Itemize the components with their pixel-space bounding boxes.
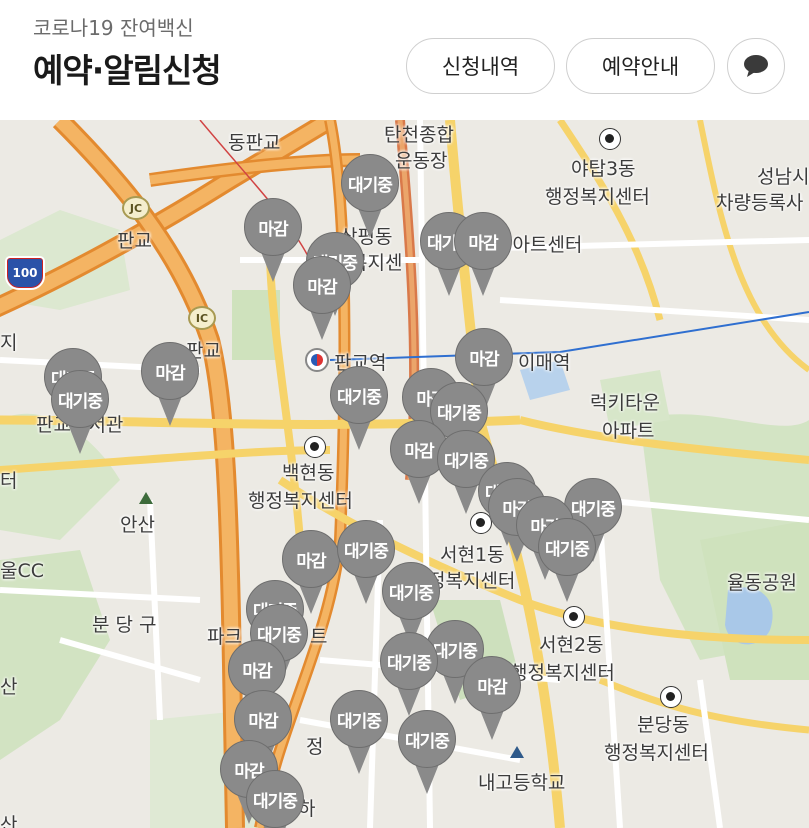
reservation-guide-button[interactable]: 예약안내 [566,38,715,94]
map-label-bottom-san: 산 [0,814,18,828]
pin-status-label: 대기중 [253,791,298,812]
map-label-bundang-center: 행정복지센터 [604,742,709,764]
pin-head: 대기중 [341,154,399,212]
pin-head: 대기중 [246,770,304,828]
mountain-icon [139,492,153,504]
map-label-vehicle-reg: 차량등록사 [716,192,804,214]
vaccine-site-pin[interactable]: 마감 [293,256,351,342]
pin-head: 마감 [293,256,351,314]
pin-status-label: 대기중 [571,499,616,520]
vaccine-site-pin[interactable]: 대기중 [341,154,399,240]
vaccine-site-pin[interactable]: 대기중 [538,518,596,604]
pin-head: 대기중 [51,370,109,428]
pin-status-label: 마감 [404,441,434,462]
pin-status-label: 마감 [307,277,337,298]
pin-head: 대기중 [382,562,440,620]
map-label-ji: 지 [0,332,18,354]
vaccine-site-pin[interactable]: 대기중 [380,632,438,718]
map-label-pangyo: 판교 [117,230,152,252]
vaccine-site-pin[interactable]: 대기중 [398,710,456,796]
vaccine-site-pin[interactable]: 마감 [141,342,199,428]
pin-status-label: 마감 [155,363,185,384]
seohyeon2-center-marker-icon [563,606,585,628]
pin-head: 마감 [141,342,199,400]
vaccine-site-pin[interactable]: 대기중 [330,366,388,452]
pin-head: 대기중 [330,690,388,748]
pin-head: 대기중 [398,710,456,768]
pin-status-label: 마감 [258,219,288,240]
baekhyeon-center-marker-icon [304,436,326,458]
pin-head: 대기중 [380,632,438,690]
pin-head: 대기중 [330,366,388,424]
map-label-golf: 울CC [0,560,45,582]
pin-status-label: 대기중 [348,175,393,196]
map-label-lucky-town: 럭키타운 [590,392,660,414]
jc-badge-icon: JC [122,196,150,220]
vaccine-site-pin[interactable]: 마감 [463,656,521,742]
pin-status-label: 대기중 [389,583,434,604]
vaccine-site-pin[interactable]: 마감 [454,212,512,298]
yatap-center-marker-icon [599,128,621,150]
map-label-yuldong-park: 율동공원 [727,572,797,594]
pin-status-label: 대기중 [387,653,432,674]
map-label-baekhyeon-center: 행정복지센터 [248,490,353,512]
map-label-apt: 아파트 [602,420,655,442]
pin-head: 마감 [454,212,512,270]
pin-head: 마감 [455,328,513,386]
school-icon [510,746,524,758]
pangyo-station-icon [305,348,329,372]
map-label-jeong: 정 [306,736,324,758]
app-header: 코로나19 잔여백신 예약·알림신청 신청내역 예약안내 [0,0,809,120]
pin-head: 마감 [463,656,521,714]
map-label-baekhyeon: 백현동 [282,462,335,484]
pin-status-label: 대기중 [545,539,590,560]
pin-status-label: 대기중 [337,387,382,408]
map-label-ansan: 안산 [120,514,155,536]
vaccine-site-pin[interactable]: 대기중 [330,690,388,776]
map-label-naego-school: 내고등학교 [478,772,566,794]
map-label-san: 산 [0,676,18,698]
pin-status-label: 마감 [469,349,499,370]
map-label-bundang-gu: 분 당 구 [92,614,157,636]
pin-status-label: 마감 [468,233,498,254]
highway-100-shield-icon: 100 [5,256,45,290]
map-label-yatap-center: 행정복지센터 [545,186,650,208]
map-label-seohyeon1-center: 정복지센터 [428,570,516,592]
pin-status-label: 마감 [477,677,507,698]
map-label-seohyeon2-center: 행정복지센터 [510,662,615,684]
header-subtitle: 코로나19 잔여백신 [33,16,194,40]
speech-bubble-icon [744,55,768,77]
map-label-dongpangyo: 동판교 [228,132,281,154]
pin-head: 마감 [244,198,302,256]
bundang-center-marker-icon [660,686,682,708]
map-label-bundang-dong: 분당동 [637,714,690,736]
map-label-undongjang: 운동장 [395,150,448,172]
pin-status-label: 대기중 [58,391,103,412]
vaccine-site-pin[interactable]: 대기중 [51,370,109,456]
map-label-imae-station: 이매역 [518,352,571,374]
map-label-seongnam: 성남시 [757,166,809,188]
map-label-tancheon: 탄천종합 [384,124,454,146]
page-title: 예약·알림신청 [33,51,222,90]
pin-status-label: 대기중 [344,541,389,562]
pin-status-label: 대기중 [337,711,382,732]
vaccine-site-pin[interactable]: 대기중 [246,770,304,828]
map-label-yatap: 야탑3동 [571,158,636,180]
application-history-button[interactable]: 신청내역 [406,38,555,94]
map-label-teo: 터 [0,470,18,492]
map-label-seohyeon2: 서현2동 [539,634,604,656]
pin-status-label: 마감 [296,551,326,572]
chat-button[interactable] [727,38,785,94]
pin-status-label: 마감 [242,661,272,682]
map-label-park-tower-2: 트 [310,626,328,648]
pin-status-label: 대기중 [405,731,450,752]
vaccine-map[interactable]: 동판교 탄천종합 운동장 야탑3동 행정복지센터 성남시 차량등록사 판교 삼평… [0,120,809,828]
ic-badge-icon: IC [188,306,216,330]
pin-status-label: 마감 [248,711,278,732]
pin-head: 대기중 [538,518,596,576]
